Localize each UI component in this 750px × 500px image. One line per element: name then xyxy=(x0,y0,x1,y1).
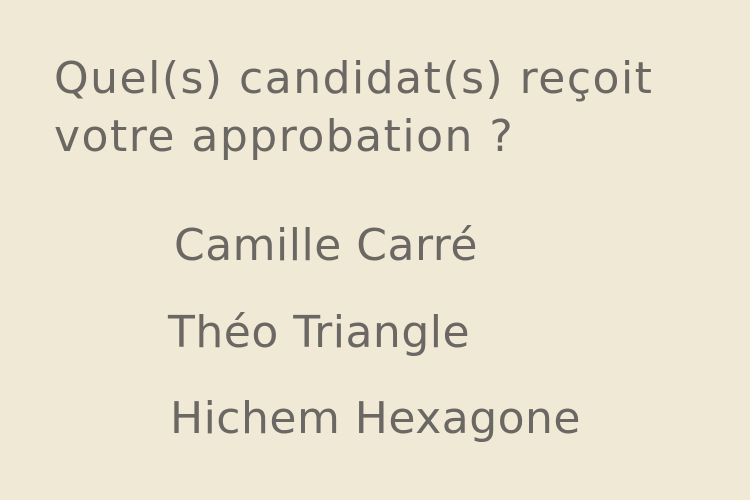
candidate-list: Camille Carré Théo Triangle Hichem Hexag… xyxy=(0,0,750,500)
candidate-option-hichem-hexagone[interactable]: Hichem Hexagone xyxy=(170,393,581,445)
candidate-option-theo-triangle[interactable]: Théo Triangle xyxy=(168,307,470,359)
candidate-option-camille-carre[interactable]: Camille Carré xyxy=(174,220,478,272)
